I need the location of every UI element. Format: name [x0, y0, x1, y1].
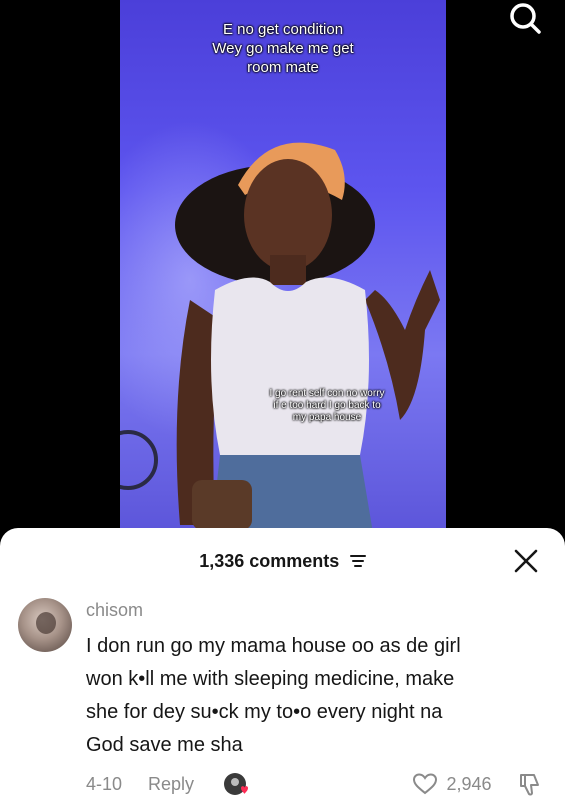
video-caption-line: room mate: [247, 59, 319, 76]
reply-button[interactable]: Reply: [148, 774, 194, 795]
heart-icon: [412, 773, 438, 795]
video-caption-line: E no get condition: [222, 21, 344, 38]
creator-liked-avatar-icon: [224, 773, 248, 795]
video-overlay-text: I go rent self con no worry if e too har…: [254, 388, 400, 424]
like-count: 2,946: [446, 773, 492, 794]
video-overlay-line: I go rent self con no worry: [269, 388, 385, 399]
app-screen: E no get condition Wey go make me get ro…: [0, 0, 565, 810]
comments-header: 1,336 comments: [0, 546, 565, 576]
comment-actions: 4-10 Reply 2,946: [0, 772, 565, 802]
search-button[interactable]: [505, 2, 545, 36]
video-caption: E no get condition Wey go make me get ro…: [120, 20, 446, 77]
thumbs-down-icon[interactable]: [516, 772, 542, 798]
comment-line: God save me sha: [86, 734, 243, 756]
video-caption-line: Wey go make me get: [212, 40, 354, 57]
comment-line: she for dey su•ck my to•o every night na: [86, 701, 443, 723]
close-icon: [514, 549, 538, 573]
comment-username[interactable]: chisom: [86, 600, 143, 621]
search-icon: [510, 3, 541, 34]
comment-date: 4-10: [86, 774, 123, 794]
comments-sheet: 1,336 comments chisom I don run go my ma…: [0, 528, 565, 810]
comment-line: I don run go my mama house oo as de girl: [86, 635, 461, 657]
video-overlay-line: if e too hard I go back to: [273, 400, 381, 411]
like-button[interactable]: 2,946: [412, 772, 492, 798]
comment-count: 1,336 comments: [199, 551, 340, 571]
video-overlay-line: my papa house: [292, 412, 362, 423]
comment-body: I don run go my mama house oo as de girl…: [86, 630, 546, 762]
video-subject-figure: [120, 142, 440, 545]
close-comments-button[interactable]: [513, 548, 539, 574]
video-player[interactable]: E no get condition Wey go make me get ro…: [120, 0, 446, 545]
filter-icon[interactable]: [349, 554, 366, 568]
comment-line: won k•ll me with sleeping medicine, make: [86, 668, 455, 690]
avatar[interactable]: [18, 598, 72, 652]
